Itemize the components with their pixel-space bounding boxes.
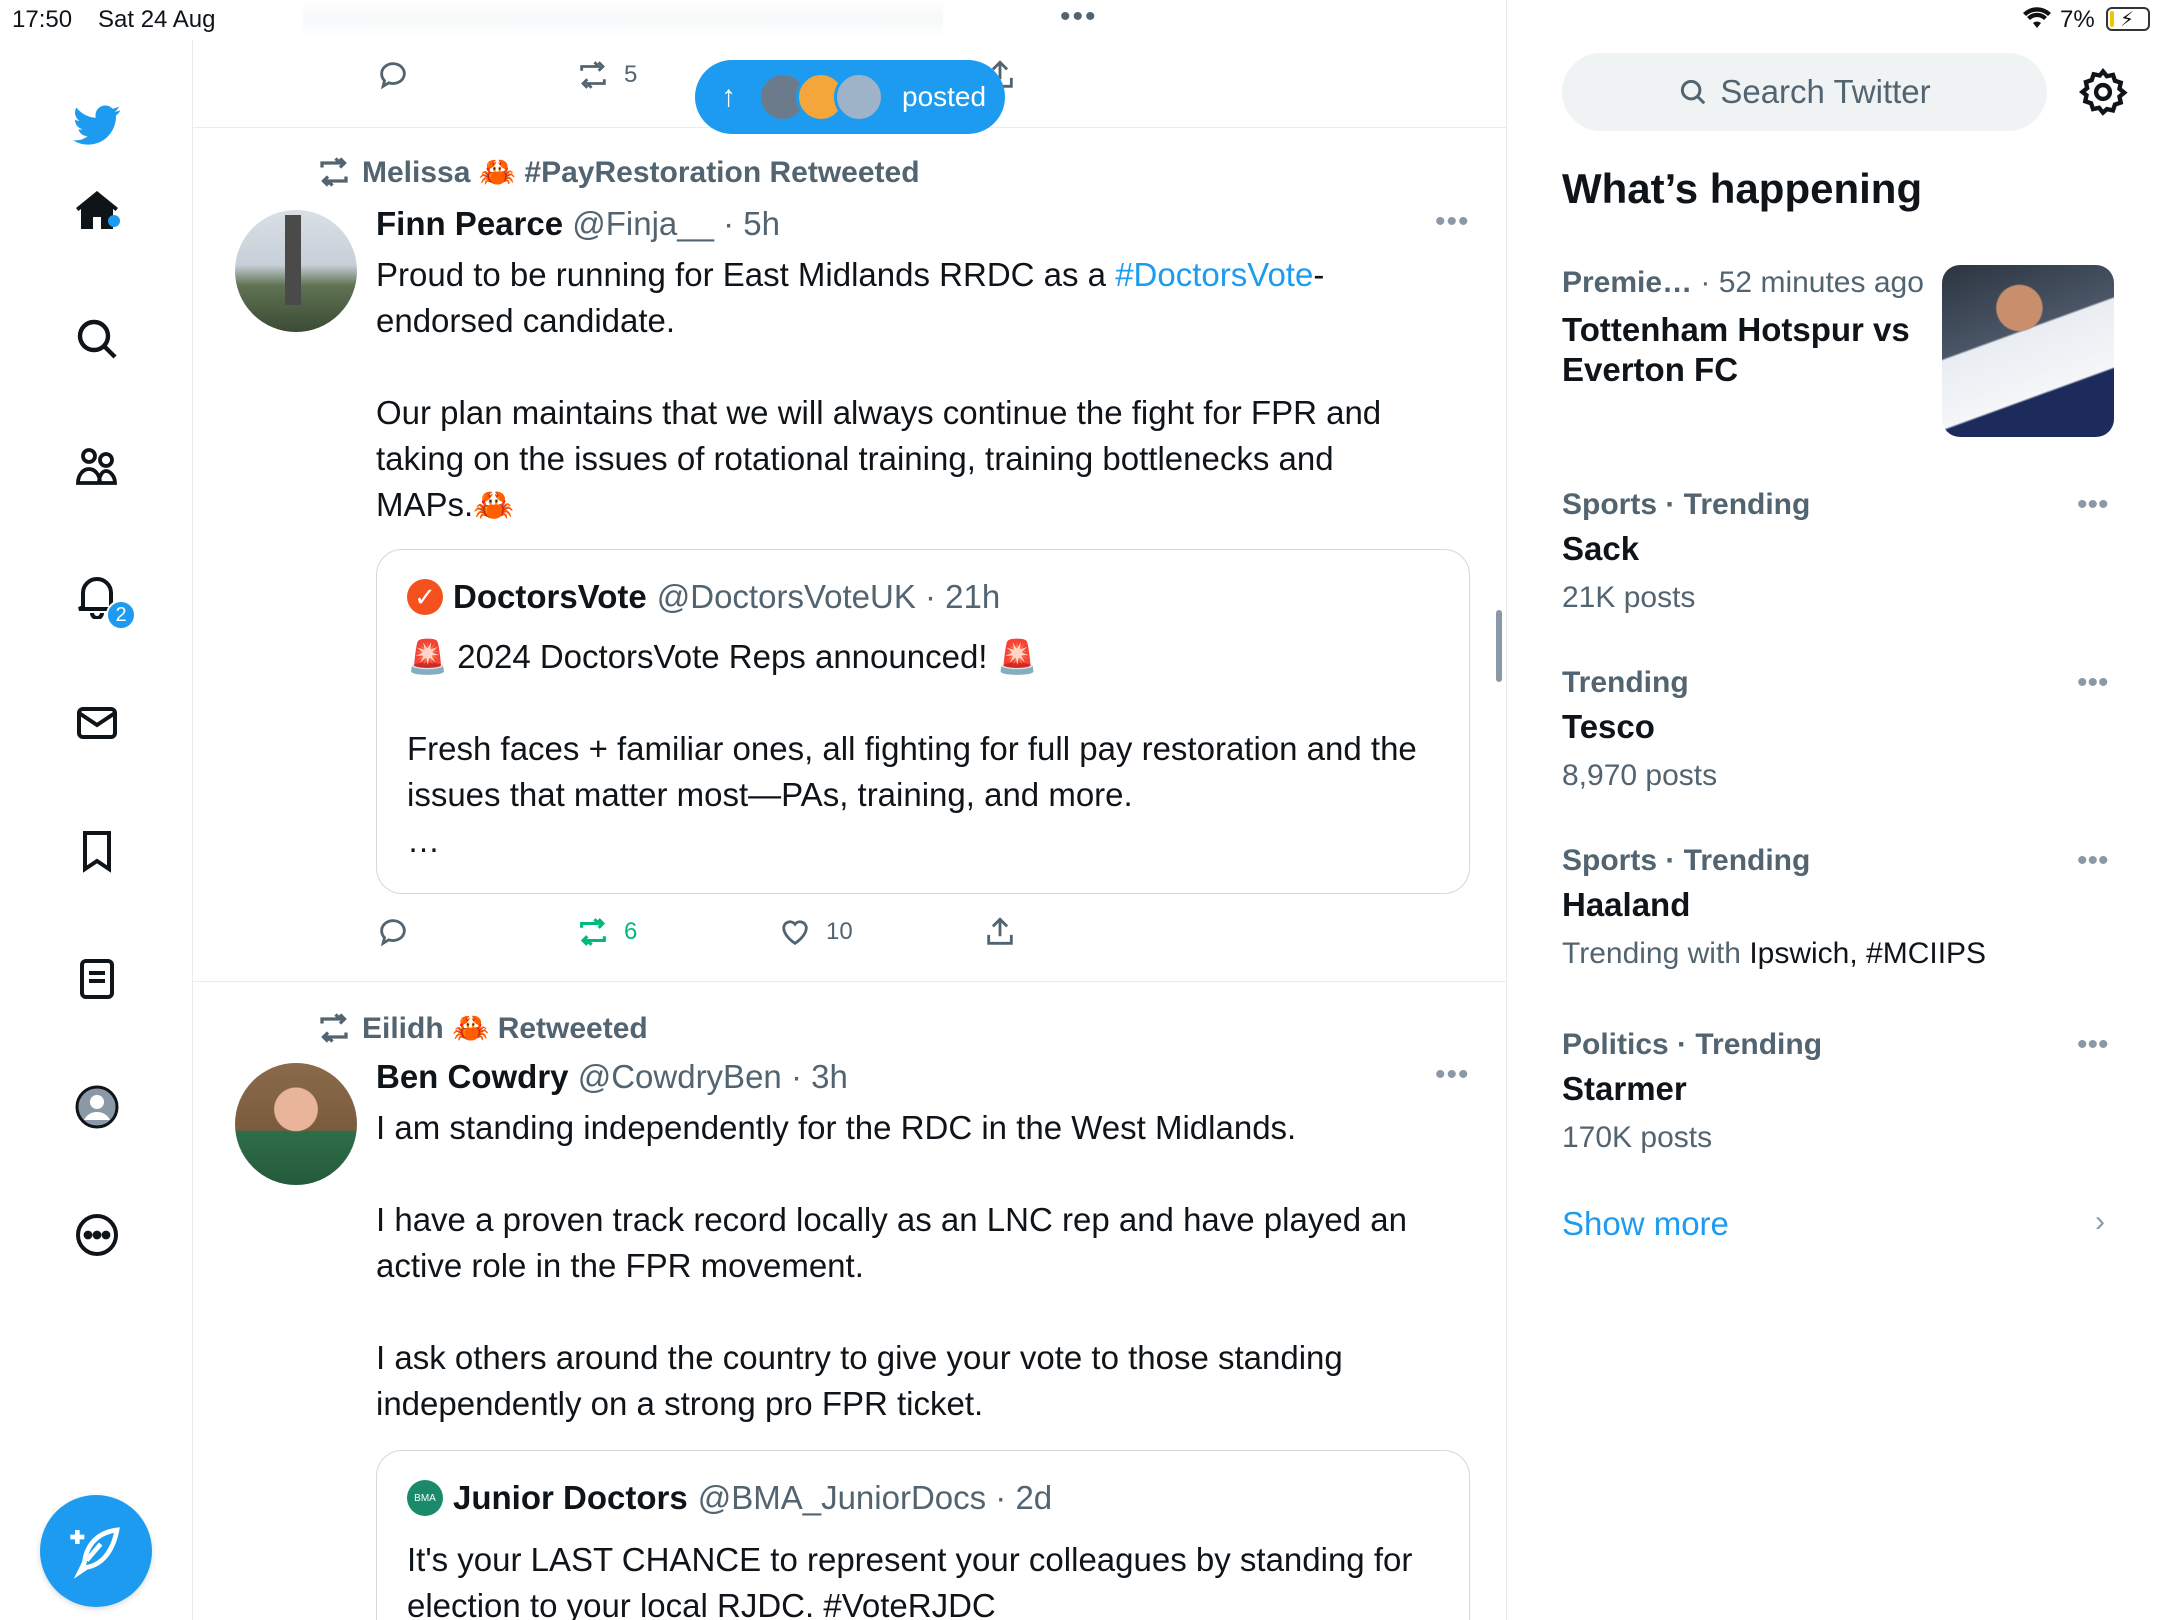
previous-tweet-remnant [303, 0, 943, 38]
trend-name[interactable]: Sack [1562, 530, 1639, 568]
messages-icon[interactable] [62, 688, 132, 758]
trend-name[interactable]: Tesco [1562, 708, 1655, 746]
quoted-author-handle-time: @DoctorsVoteUK · 21h [656, 578, 1001, 615]
more-icon[interactable] [62, 1200, 132, 1270]
more-options-icon[interactable]: ••• [1435, 1058, 1470, 1092]
status-time: 17:50 [12, 6, 73, 33]
trend-count: 170K posts [1562, 1121, 1713, 1154]
tweet-header: Finn Pearce @Finja__ · 5h [376, 205, 780, 243]
trend-category: Politics · Trending [1562, 1028, 1823, 1061]
trend-name[interactable]: Starmer [1562, 1070, 1687, 1108]
trend-category: Trending [1562, 666, 1689, 699]
verified-badge-icon: ✓ [407, 579, 443, 615]
tweet-text: I am standing independently for the RDC … [376, 1109, 1407, 1422]
chevron-right-icon[interactable]: › [2095, 1205, 2105, 1239]
like-count: 10 [826, 918, 853, 945]
retweet-button[interactable]: 5 [576, 58, 637, 92]
retweet-indicator[interactable]: Eilidh 🦀 Retweeted [316, 1010, 648, 1046]
event-category[interactable]: Premie… · 52 minutes ago [1562, 266, 1924, 300]
share-button[interactable] [983, 915, 1017, 949]
trend-count: Trending with Ipswich, #MCIIPS [1562, 937, 1987, 970]
arrow-up-icon: ↑ [721, 80, 736, 113]
retweet-indicator[interactable]: Melissa 🦀 #PayRestoration Retweeted [316, 154, 920, 190]
quoted-author-handle-time: @BMA_JuniorDocs · 2d [697, 1479, 1053, 1516]
tweet-text: Proud to be running for East Midlands RR… [376, 256, 1382, 523]
trend-more-icon[interactable]: ••• [2077, 1028, 2109, 1062]
scrollbar[interactable] [1496, 610, 1502, 682]
retweeted-by: Eilidh 🦀 Retweeted [362, 1011, 648, 1045]
retweet-button[interactable]: 6 [576, 915, 637, 949]
avatar [834, 72, 884, 122]
new-posts-label: posted [902, 81, 987, 112]
retweet-count: 6 [624, 918, 638, 945]
profile-icon[interactable] [62, 1072, 132, 1142]
reply-button[interactable] [376, 58, 410, 92]
trend-category: Sports · Trending [1562, 488, 1811, 521]
quoted-tweet-header: ✓ DoctorsVote @DoctorsVoteUK · 21h [407, 578, 1000, 616]
quoted-tweet-text: 🚨 2024 DoctorsVote Reps announced! 🚨 Fre… [407, 638, 1417, 859]
event-title[interactable]: Tottenham Hotspur vs Everton FC [1562, 310, 1932, 390]
avatar[interactable] [235, 210, 357, 332]
quoted-tweet[interactable]: ✓ DoctorsVote @DoctorsVoteUK · 21h 🚨 202… [376, 549, 1470, 894]
trend-name[interactable]: Haaland [1562, 886, 1690, 924]
author-handle-time[interactable]: @CowdryBen · 3h [578, 1058, 848, 1095]
bma-logo-icon: BMA [407, 1480, 443, 1516]
bookmarks-icon[interactable] [62, 816, 132, 886]
new-posts-pill[interactable]: ↑ posted [695, 60, 1005, 134]
communities-icon[interactable] [62, 432, 132, 502]
retweeted-by: Melissa 🦀 #PayRestoration Retweeted [362, 155, 920, 189]
timeline: 5 ↑ posted Melissa 🦀 #PayRestoration Ret… [193, 0, 1507, 1620]
search-placeholder: Search Twitter [1720, 73, 1931, 110]
show-more-link[interactable]: Show more [1562, 1205, 1729, 1243]
reply-button[interactable] [376, 915, 410, 949]
event-thumbnail[interactable] [1942, 265, 2114, 437]
quoted-author-name: DoctorsVote [453, 578, 647, 615]
trend-category: Sports · Trending [1562, 844, 1811, 877]
trend-more-icon[interactable]: ••• [2077, 844, 2109, 878]
author-handle-time[interactable]: @Finja__ · 5h [572, 205, 780, 242]
avatar[interactable] [235, 1063, 357, 1185]
right-sidebar: Search Twitter What’s happening Premie… … [1507, 0, 2160, 1620]
twitter-logo-icon[interactable] [62, 90, 132, 160]
more-options-icon[interactable]: ••• [1435, 205, 1470, 239]
notification-badge: 2 [106, 600, 136, 630]
gear-icon[interactable] [2077, 66, 2129, 118]
author-name[interactable]: Ben Cowdry [376, 1058, 569, 1095]
author-name[interactable]: Finn Pearce [376, 205, 563, 242]
search-icon [1681, 79, 1706, 105]
quoted-tweet-header: BMA Junior Doctors @BMA_JuniorDocs · 2d [407, 1479, 1052, 1517]
trend-count: 21K posts [1562, 581, 1696, 614]
search-icon[interactable] [62, 304, 132, 374]
whats-happening-title: What’s happening [1562, 165, 1923, 212]
search-input[interactable]: Search Twitter [1562, 53, 2047, 131]
quoted-tweet-text: It's your LAST CHANCE to represent your … [407, 1541, 1422, 1620]
trend-more-icon[interactable]: ••• [2077, 666, 2109, 700]
compose-tweet-button[interactable] [40, 1495, 152, 1607]
like-button[interactable]: 10 [778, 915, 853, 949]
home-icon[interactable] [62, 176, 132, 246]
tweet-header: Ben Cowdry @CowdryBen · 3h [376, 1058, 848, 1096]
retweet-count: 5 [624, 61, 638, 88]
trend-more-icon[interactable]: ••• [2077, 488, 2109, 522]
hashtag-link[interactable]: #DoctorsVote [1115, 256, 1313, 293]
quoted-tweet[interactable]: BMA Junior Doctors @BMA_JuniorDocs · 2d … [376, 1450, 1470, 1620]
divider [193, 981, 1506, 982]
lists-icon[interactable] [62, 944, 132, 1014]
trend-count: 8,970 posts [1562, 759, 1718, 792]
quoted-author-name: Junior Doctors [453, 1479, 688, 1516]
home-unread-dot [108, 215, 120, 227]
sidebar-nav: 2 [0, 40, 193, 1620]
